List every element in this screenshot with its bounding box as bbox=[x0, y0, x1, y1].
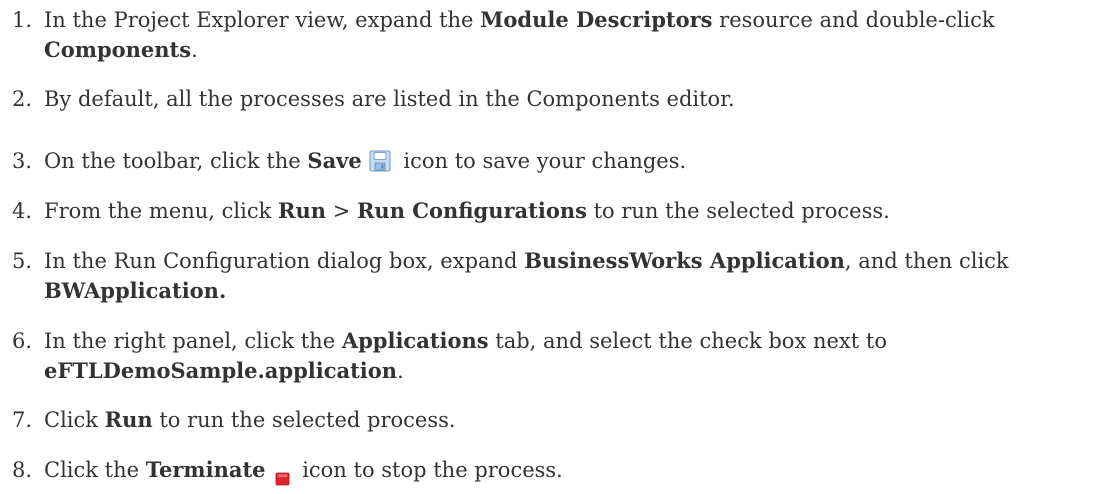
step-bold-run: Run bbox=[278, 198, 327, 223]
step-bold-module-descriptors: Module Descriptors bbox=[480, 7, 713, 32]
step-bold-components: Components bbox=[44, 37, 192, 62]
step-text: to run the selected process. bbox=[152, 408, 456, 432]
step-number: 6. bbox=[12, 329, 33, 353]
step-text: tab, and select the check box next to bbox=[488, 329, 887, 353]
step-number: 2. bbox=[12, 87, 33, 111]
step-bold-run-configurations: Run Configurations bbox=[356, 198, 587, 223]
step-text: icon to stop the process. bbox=[295, 458, 563, 482]
step-text: From the menu, click bbox=[44, 199, 279, 223]
step-number: 4. bbox=[12, 199, 33, 223]
step-bold-run: Run bbox=[104, 407, 153, 432]
step-8: 8. Click the Terminate icon to stop the p… bbox=[12, 455, 1107, 485]
step-text: In the right panel, click the bbox=[44, 329, 342, 353]
step-text: By default, all the processes are listed… bbox=[44, 87, 735, 111]
step-text: > bbox=[326, 199, 357, 223]
step-bold-businessworks-application: BusinessWorks Application bbox=[524, 248, 845, 273]
step-bold-eftl-demo-sample: eFTLDemoSample.application bbox=[44, 358, 398, 383]
step-bold-save: Save bbox=[307, 148, 362, 173]
step-1: 1. In the Project Explorer view, expand t… bbox=[12, 5, 1107, 65]
step-text: In the Project Explorer view, expand the bbox=[44, 8, 481, 32]
step-number: 8. bbox=[12, 458, 33, 482]
terminate-icon bbox=[274, 465, 290, 485]
step-text: , and then click bbox=[844, 249, 1009, 273]
step-2: 2. By default, all the processes are list… bbox=[12, 85, 1107, 114]
step-text: . bbox=[397, 359, 404, 383]
step-text: icon to save your changes. bbox=[396, 149, 687, 173]
step-text: In the Run Configuration dialog box, exp… bbox=[44, 249, 525, 273]
step-bold-terminate: Terminate bbox=[145, 457, 266, 482]
step-3: 3. On the toolbar, click the Save icon to… bbox=[12, 146, 1107, 176]
save-icon bbox=[369, 149, 391, 172]
step-7: 7. Click Run to run the selected process. bbox=[12, 405, 1107, 435]
step-text: On the toolbar, click the bbox=[44, 149, 308, 173]
step-6: 6. In the right panel, click the Applicat… bbox=[12, 326, 1107, 386]
step-text: resource and double-click bbox=[712, 8, 995, 32]
step-number: 1. bbox=[12, 8, 33, 32]
step-5: 5. In the Run Configuration dialog box, e… bbox=[12, 246, 1107, 306]
step-number: 7. bbox=[12, 408, 33, 432]
step-text: . bbox=[191, 38, 198, 62]
step-text: to run the selected process. bbox=[586, 199, 890, 223]
step-bold-bwapplication: BWApplication. bbox=[44, 278, 227, 303]
step-text: Click the bbox=[44, 458, 146, 482]
step-text: Click bbox=[44, 408, 105, 432]
step-number: 3. bbox=[12, 149, 33, 173]
step-number: 5. bbox=[12, 249, 33, 273]
step-4: 4. From the menu, click Run > Run Configu… bbox=[12, 196, 1107, 226]
step-bold-applications: Applications bbox=[341, 328, 489, 353]
